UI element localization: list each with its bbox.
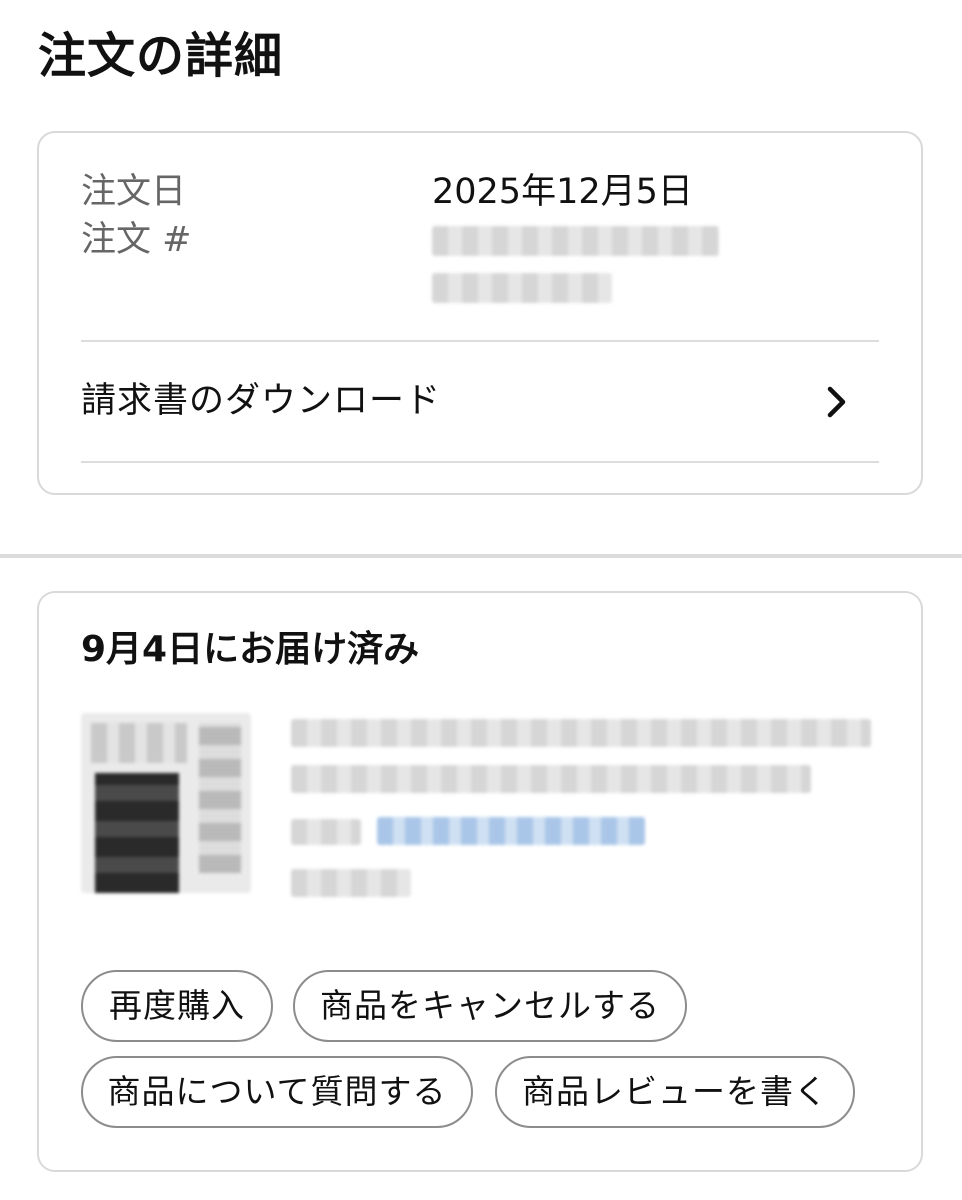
product-title-redacted[interactable] (291, 765, 811, 793)
delivery-card: 9月4日にお届け済み 再度購入 商品をキャンセルする 商品について質問する 商品… (37, 591, 923, 1172)
ask-question-button[interactable]: 商品について質問する (81, 1056, 473, 1128)
invoice-download-row[interactable]: 請求書のダウンロード (81, 342, 879, 461)
chevron-right-icon (821, 384, 851, 420)
section-divider (0, 554, 962, 558)
seller-link-redacted[interactable] (377, 817, 645, 845)
seller-label-redacted (291, 819, 361, 845)
invoice-download-label: 請求書のダウンロード (81, 381, 442, 421)
product-image-pixels (199, 723, 241, 873)
page-title: 注文の詳細 (38, 28, 284, 84)
order-summary-card: 注文日 2025年12月5日 注文 # 請求書のダウンロード (37, 131, 923, 495)
order-date-value: 2025年12月5日 (432, 172, 693, 212)
product-image[interactable] (81, 713, 251, 893)
order-number-redacted (432, 273, 612, 303)
product-image-pixels (91, 723, 187, 763)
product-image-pixels (95, 773, 179, 893)
divider (81, 461, 879, 463)
cancel-item-button[interactable]: 商品をキャンセルする (293, 970, 687, 1042)
product-title-redacted[interactable] (291, 719, 871, 747)
order-number-redacted (432, 226, 719, 256)
order-date-label: 注文日 (81, 172, 187, 212)
rebuy-button[interactable]: 再度購入 (81, 970, 273, 1042)
write-review-button[interactable]: 商品レビューを書く (495, 1056, 855, 1128)
product-price-redacted (291, 869, 411, 897)
delivery-status-title: 9月4日にお届け済み (81, 629, 420, 670)
order-number-label: 注文 # (81, 220, 192, 260)
